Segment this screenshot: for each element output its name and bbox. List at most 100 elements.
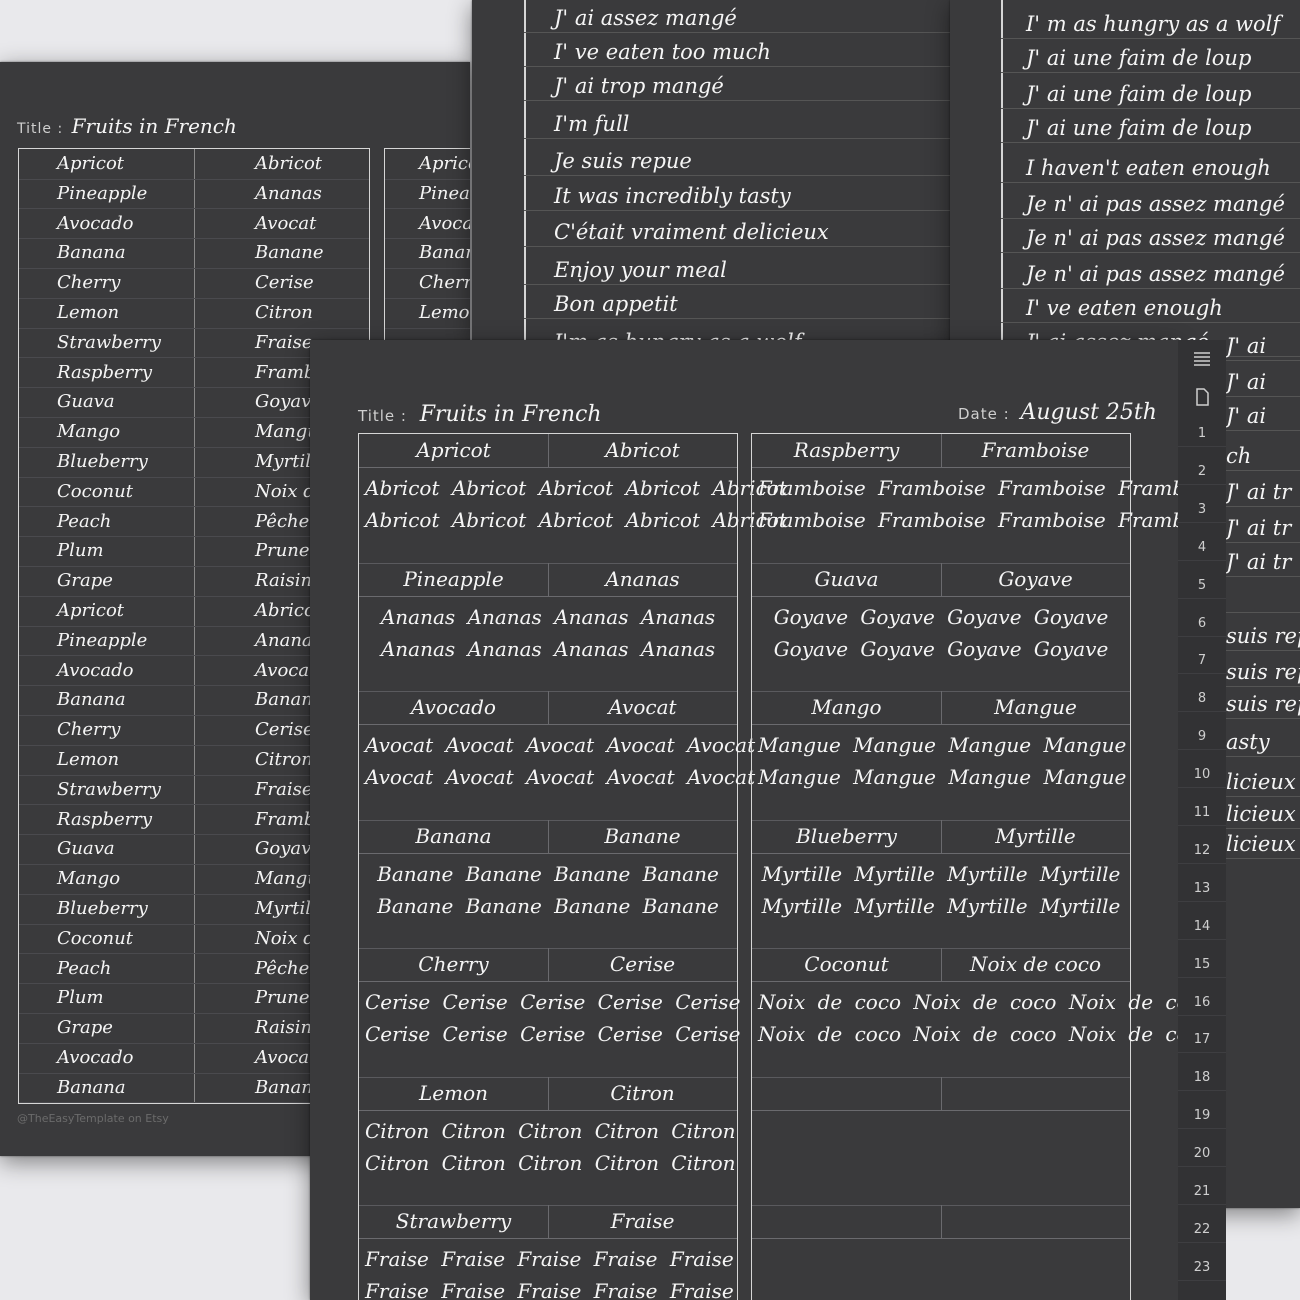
phrase-text: J' ai tr	[1226, 480, 1292, 504]
word-block-header: Coconut Noix de coco	[752, 948, 1130, 982]
page-tab-15[interactable]: 15	[1178, 957, 1226, 978]
english-word: Guava	[814, 566, 879, 591]
phrase-text: J' ai	[1226, 404, 1267, 428]
practice-line: Avocat Avocat Avocat Avocat Avocat	[365, 765, 756, 789]
page-tab-23[interactable]: 23	[1178, 1260, 1226, 1281]
english-word: Pineapple	[403, 566, 504, 591]
page-tab-3[interactable]: 3	[1178, 502, 1226, 523]
french-word: Raisin	[255, 1017, 313, 1039]
french-word: Abricot	[255, 153, 323, 174]
page-tab-16[interactable]: 16	[1178, 995, 1226, 1016]
word-block: Apricot Abricot Abricot Abricot Abricot Ab…	[359, 434, 787, 564]
vocab-row: Apricot Abricot	[19, 149, 369, 180]
english-word: Banana	[57, 689, 126, 711]
english-word: Cherry	[57, 719, 121, 741]
phrase-text: J' ai une faim de loup	[1026, 46, 1252, 70]
phrase-line: I' ve eaten too much	[524, 32, 950, 67]
phrase-text: I' ve eaten too much	[554, 40, 771, 64]
phrase-text: ch	[1226, 444, 1252, 468]
phrase-line-peek: suis rep	[1226, 616, 1300, 651]
page-index-sidebar: 1 2 3 4 5 6 7 8 9 10 11 12 13 14 15 16 17 18 19 20 21 22 23	[1178, 340, 1226, 1300]
practice-line: Citron Citron Citron Citron Citron	[365, 1150, 736, 1175]
page-tab-11[interactable]: 11	[1178, 805, 1226, 826]
page-tab-22[interactable]: 22	[1178, 1222, 1226, 1243]
french-word: Pêche	[255, 510, 310, 532]
page-tab-20[interactable]: 20	[1178, 1146, 1226, 1168]
page-tab-1[interactable]: 1	[1178, 426, 1226, 447]
french-word: Banane	[604, 823, 681, 848]
list-icon[interactable]	[1192, 350, 1212, 368]
page-tab-14[interactable]: 14	[1178, 919, 1226, 940]
french-word: Myrtille	[995, 823, 1076, 848]
page-tab-7[interactable]: 7	[1178, 653, 1226, 675]
english-word: Blueberry	[796, 823, 897, 848]
english-word: Cherry	[57, 272, 121, 294]
french-word: Fraise	[255, 778, 313, 800]
page-tab-21[interactable]: 21	[1178, 1184, 1226, 1205]
phrase-text: suis rep	[1226, 624, 1300, 648]
phrase-text: asty	[1226, 730, 1270, 754]
vocab-row: Lemon Citron	[19, 298, 369, 329]
french-word: Cerise	[609, 952, 676, 976]
page-title: Title : Fruits in French	[17, 114, 237, 138]
practice-line: Myrtille Myrtille Myrtille Myrtille	[761, 893, 1121, 918]
english-word: Strawberry	[57, 331, 161, 353]
french-word: Ananas	[255, 182, 322, 204]
practice-line: Framboise Framboise Framboise Framboise	[758, 476, 1178, 500]
word-block	[752, 1076, 1130, 1206]
word-block: Pineapple Ananas Ananas Ananas Ananas Anan…	[359, 562, 737, 692]
phrase-line: J' ai une faim de loup	[1001, 74, 1300, 109]
english-word: Coconut	[804, 952, 889, 976]
page-tab-9[interactable]: 9	[1178, 729, 1226, 751]
english-word: Lemon	[418, 1080, 488, 1105]
french-word: Fraise	[610, 1209, 675, 1233]
page-tab-5[interactable]: 5	[1178, 578, 1226, 599]
word-block-header	[752, 1205, 1130, 1239]
phrase-text: I'm as hungry as a wolf	[554, 330, 802, 340]
word-block: Lemon Citron Citron Citron Citron Citron C…	[359, 1076, 737, 1206]
phrase-text: J' ai	[1226, 370, 1267, 394]
phrase-line: Je suis repue	[524, 141, 950, 176]
page-tab-12[interactable]: 12	[1178, 843, 1226, 864]
phrase-text: J' ai assez mangé	[554, 6, 737, 30]
phrase-line-peek	[1226, 578, 1300, 613]
word-block: Raspberry Framboise Framboise Framboise Fr…	[752, 434, 1178, 564]
english-word: Lemon	[57, 302, 120, 323]
page-tab-4[interactable]: 4	[1178, 540, 1226, 561]
word-block-header: Apricot Abricot	[359, 434, 737, 468]
english-word: Banana	[415, 823, 492, 848]
phrase-line-peek: J' ai	[1226, 362, 1300, 397]
phrase-text: licieux	[1226, 770, 1296, 794]
phrase-line: Enjoy your meal	[524, 250, 950, 285]
practice-line: Abricot Abricot Abricot Abricot Abricot	[365, 476, 787, 500]
english-word: Plum	[57, 987, 104, 1009]
word-block: Guava Goyave Goyave Goyave Goyave Goyave Go…	[752, 562, 1130, 692]
french-word: Raisin	[255, 570, 313, 592]
page-tab-19[interactable]: 19	[1178, 1108, 1226, 1130]
page-tab-10[interactable]: 10	[1178, 767, 1226, 789]
phrase-line-peek: J' ai tr	[1226, 542, 1300, 577]
page-tab-13[interactable]: 13	[1178, 881, 1226, 902]
phrase-text: Je n' ai pas assez mangé	[1026, 262, 1285, 286]
french-word: Goyave	[998, 566, 1073, 591]
practice-line: Ananas Ananas Ananas Ananas	[380, 636, 716, 661]
english-word: Grape	[57, 1017, 113, 1039]
french-word: Avocat	[255, 659, 317, 681]
page-tab-17[interactable]: 17	[1178, 1032, 1226, 1054]
practice-line: Citron Citron Citron Citron Citron	[365, 1118, 736, 1143]
page-tab-8[interactable]: 8	[1178, 691, 1226, 713]
date-label: Date :	[958, 405, 1010, 423]
english-word: Peach	[57, 510, 112, 532]
page-tab-2[interactable]: 2	[1178, 464, 1226, 485]
page-icon[interactable]	[1192, 388, 1212, 406]
vocab-row: Cherry Cerise	[19, 268, 369, 299]
english-word: Peach	[57, 957, 112, 979]
practice-line: Cerise Cerise Cerise Cerise Cerise	[365, 990, 741, 1014]
english-word: Raspberry	[57, 361, 153, 383]
phrase-line: I' m as hungry as a wolf	[1001, 4, 1300, 39]
english-word: Raspberry	[793, 438, 900, 462]
practice-line: Avocat Avocat Avocat Avocat Avocat	[365, 733, 756, 757]
practice-line: Noix de coco Noix de coco Noix de coco	[758, 990, 1178, 1014]
page-tab-18[interactable]: 18	[1178, 1070, 1226, 1092]
page-tab-6[interactable]: 6	[1178, 616, 1226, 637]
